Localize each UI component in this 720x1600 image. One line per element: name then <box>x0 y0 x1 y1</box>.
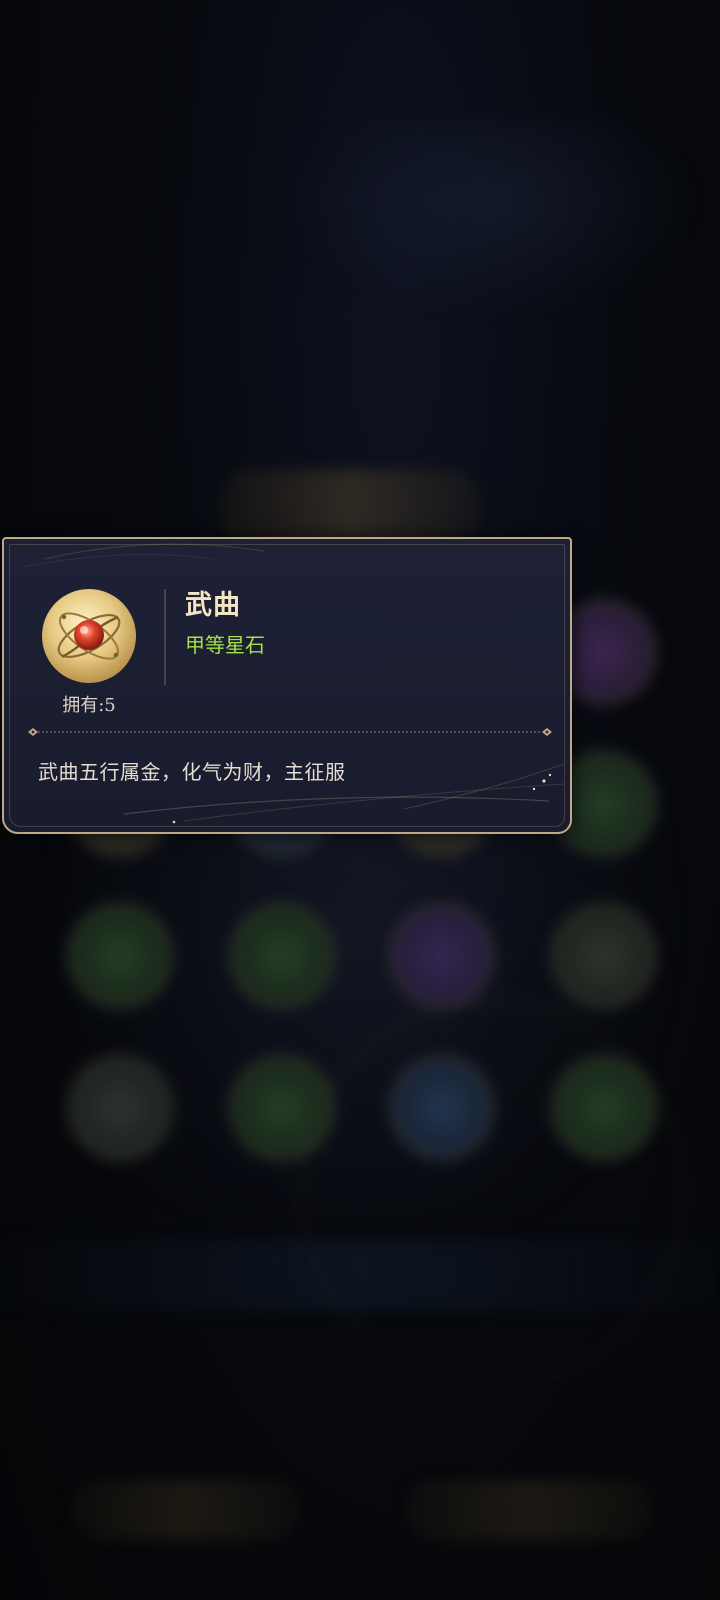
background-right-button <box>405 1480 655 1540</box>
star-stone-gem-icon <box>42 589 136 683</box>
game-screen: 拥有:5 武曲 甲等星石 武曲五行属金，化气为财，主征服 <box>0 0 720 1600</box>
background-water-strip <box>0 1240 720 1310</box>
vertical-divider <box>164 589 166 685</box>
background-gem-slot <box>68 1056 172 1160</box>
horizontal-divider <box>28 728 552 736</box>
tooltip-decoration-icon <box>23 543 565 824</box>
background-gem-slot <box>390 904 494 1008</box>
background-ornament-arc <box>300 1000 686 1386</box>
background-gem-slot <box>230 904 334 1008</box>
background-left-button <box>70 1480 300 1540</box>
item-tooltip: 拥有:5 武曲 甲等星石 武曲五行属金，化气为财，主征服 <box>2 537 572 834</box>
background-gem-slot <box>552 904 656 1008</box>
item-name: 武曲 <box>185 590 241 621</box>
item-grade: 甲等星石 <box>185 633 265 657</box>
background-gem-slot <box>68 904 172 1008</box>
owned-count-label: 拥有:5 <box>62 695 116 716</box>
background-mountain <box>280 120 700 320</box>
item-description: 武曲五行属金，化气为财，主征服 <box>38 760 346 784</box>
